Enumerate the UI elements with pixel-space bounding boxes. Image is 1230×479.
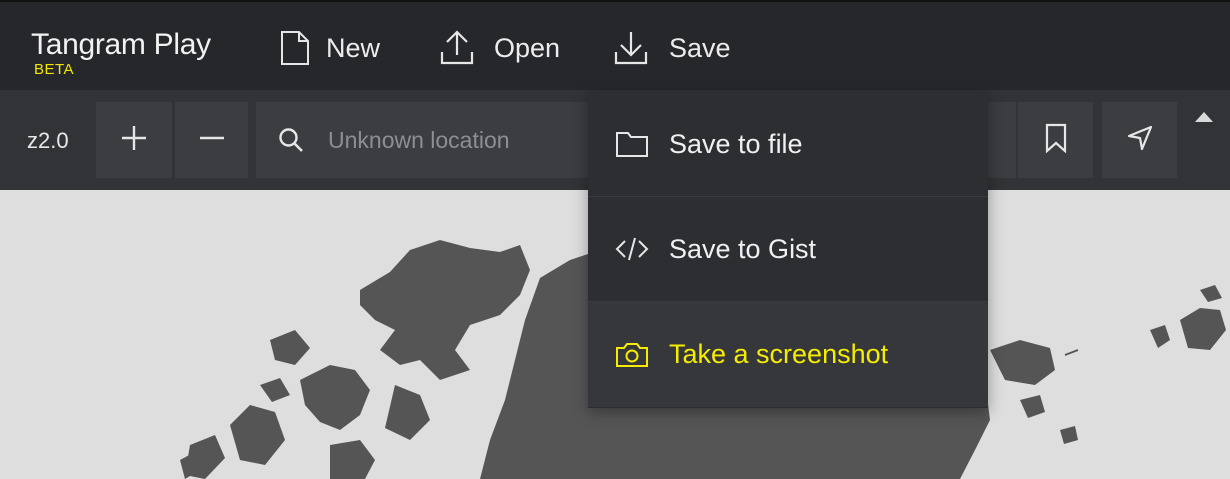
save-dropdown-menu: Save to file Save to Gist Take a screens… (588, 92, 988, 408)
save-to-gist-label: Save to Gist (669, 233, 817, 264)
minus-icon (198, 124, 226, 157)
geolocate-button[interactable] (1102, 102, 1177, 178)
download-icon (614, 30, 648, 66)
location-search-input[interactable] (326, 125, 630, 155)
save-to-gist-item[interactable]: Save to Gist (588, 197, 988, 302)
bookmark-icon (1044, 123, 1068, 158)
location-arrow-icon (1126, 124, 1154, 157)
new-menu-button[interactable]: New (280, 28, 380, 68)
zoom-in-button[interactable] (96, 102, 172, 178)
app-title: Tangram Play (31, 28, 211, 61)
zoom-level: z2.0 (27, 128, 69, 153)
save-menu-label: Save (669, 32, 731, 63)
zoom-out-button[interactable] (175, 102, 248, 178)
code-icon (614, 235, 650, 263)
app-brand: Tangram Play BETA (31, 28, 211, 78)
menu-bar: Tangram Play BETA New Open Save (0, 0, 1230, 90)
take-screenshot-item[interactable]: Take a screenshot (588, 302, 988, 407)
open-menu-label: Open (494, 32, 561, 63)
new-file-icon (280, 30, 310, 66)
camera-icon (614, 341, 650, 369)
plus-icon (120, 124, 148, 157)
save-menu-button[interactable]: Save (614, 28, 731, 68)
save-to-file-item[interactable]: Save to file (588, 92, 988, 197)
beta-badge: BETA (34, 61, 75, 78)
open-menu-button[interactable]: Open (440, 28, 560, 68)
bookmark-button[interactable] (1018, 102, 1093, 178)
folder-icon (614, 130, 650, 158)
collapse-arrow-icon[interactable] (1194, 110, 1214, 128)
upload-icon (440, 30, 474, 66)
search-icon (278, 127, 304, 153)
take-screenshot-label: Take a screenshot (669, 339, 889, 369)
new-menu-label: New (326, 32, 381, 63)
save-to-file-label: Save to file (669, 128, 803, 159)
